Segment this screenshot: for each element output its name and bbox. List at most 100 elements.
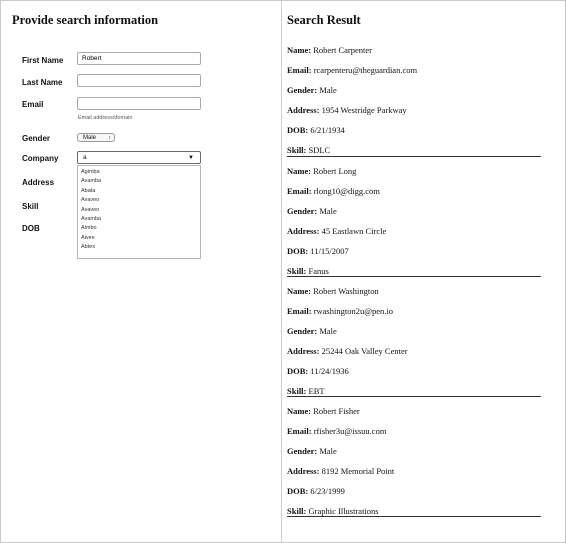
- panel-divider: [281, 0, 282, 543]
- name-value: Robert Fisher: [313, 406, 360, 416]
- dropdown-option[interactable]: Abata: [78, 187, 200, 196]
- skill-value: SDLC: [308, 145, 331, 155]
- address-label: Address: [22, 178, 55, 187]
- skill-label: Skill:: [287, 386, 307, 396]
- skill-value: Graphic Illustrations: [308, 506, 379, 516]
- email-value: rfisher3u@issuu.com: [313, 426, 387, 436]
- address-label: Address:: [287, 105, 320, 115]
- dob-label: DOB:: [287, 486, 309, 496]
- first-name-input[interactable]: [77, 52, 201, 65]
- email-label: Email:: [287, 426, 312, 436]
- result-separator: [287, 396, 541, 397]
- company-combobox[interactable]: a ▼: [77, 151, 201, 164]
- dropdown-option[interactable]: Avamba: [78, 215, 200, 224]
- result-address: Address: 25244 Oak Valley Center: [287, 346, 541, 366]
- search-result-title: Search Result: [287, 13, 361, 27]
- gender-value: Male: [319, 326, 337, 336]
- address-value: 45 Eastlawn Circle: [321, 226, 387, 236]
- dob-value: 11/15/2007: [310, 246, 349, 256]
- name-label: Name:: [287, 166, 312, 176]
- name-value: Robert Washington: [313, 286, 379, 296]
- result-name: Name: Robert Washington: [287, 286, 541, 306]
- gender-label: Gender:: [287, 326, 318, 336]
- gender-select[interactable]: Male ↕: [77, 133, 115, 142]
- result-name: Name: Robert Carpenter: [287, 45, 541, 65]
- dropdown-option[interactable]: Avamba: [78, 177, 200, 186]
- dropdown-option[interactable]: Avaveo: [78, 206, 200, 215]
- name-label: Name:: [287, 286, 312, 296]
- name-label: Name:: [287, 406, 312, 416]
- dob-label: DOB: [22, 224, 40, 233]
- dob-value: 11/24/1936: [310, 366, 349, 376]
- gender-value: Male: [319, 206, 337, 216]
- skill-label: Skill:: [287, 506, 307, 516]
- dropdown-option[interactable]: Abtex: [78, 243, 200, 252]
- result-name: Name: Robert Fisher: [287, 406, 541, 426]
- dob-value: 6/21/1934: [310, 125, 345, 135]
- dropdown-option[interactable]: Aivee: [78, 234, 200, 243]
- result-separator: [287, 156, 541, 157]
- search-form-title: Provide search information: [12, 13, 159, 27]
- name-value: Robert Long: [313, 166, 357, 176]
- last-name-label: Last Name: [22, 78, 63, 87]
- result-dob: DOB: 6/23/1999: [287, 486, 541, 506]
- result-card: Name: Robert Fisher Email: rfisher3u@iss…: [287, 406, 541, 526]
- email-value: rlong10@digg.com: [313, 186, 380, 196]
- gender-label: Gender:: [287, 446, 318, 456]
- result-email: Email: rwashington2u@pen.io: [287, 306, 541, 326]
- dob-label: DOB:: [287, 366, 309, 376]
- result-email: Email: rcarpenteru@theguardian.com: [287, 65, 541, 85]
- result-email: Email: rfisher3u@issuu.com: [287, 426, 541, 446]
- dob-label: DOB:: [287, 125, 309, 135]
- gender-label: Gender:: [287, 85, 318, 95]
- result-address: Address: 1954 Westridge Parkway: [287, 105, 541, 125]
- result-separator: [287, 516, 541, 517]
- email-label: Email:: [287, 65, 312, 75]
- result-card: Name: Robert Long Email: rlong10@digg.co…: [287, 166, 541, 286]
- email-label: Email:: [287, 186, 312, 196]
- result-gender: Gender: Male: [287, 206, 541, 226]
- result-gender: Gender: Male: [287, 85, 541, 105]
- email-input[interactable]: [77, 97, 201, 110]
- result-skill: Skill: SDLC: [287, 145, 541, 165]
- result-gender: Gender: Male: [287, 446, 541, 466]
- name-value: Robert Carpenter: [313, 45, 372, 55]
- address-label: Address:: [287, 466, 320, 476]
- address-label: Address:: [287, 226, 320, 236]
- skill-label: Skill:: [287, 145, 307, 155]
- gender-value: Male: [319, 85, 337, 95]
- chevron-down-icon: ▼: [188, 155, 194, 161]
- address-label: Address:: [287, 346, 320, 356]
- company-input-value: a: [83, 154, 87, 161]
- dropdown-option[interactable]: Agimba: [78, 168, 200, 177]
- gender-label: Gender:: [287, 206, 318, 216]
- skill-value: EBT: [308, 386, 325, 396]
- name-label: Name:: [287, 45, 312, 55]
- result-name: Name: Robert Long: [287, 166, 541, 186]
- result-address: Address: 8192 Memorial Point: [287, 466, 541, 486]
- gender-label: Gender: [22, 134, 51, 143]
- address-value: 25244 Oak Valley Center: [321, 346, 408, 356]
- last-name-input[interactable]: [77, 74, 201, 87]
- address-value: 8192 Memorial Point: [321, 466, 395, 476]
- email-value: rwashington2u@pen.io: [313, 306, 394, 316]
- dob-label: DOB:: [287, 246, 309, 256]
- email-label: Email: [22, 100, 44, 109]
- company-label: Company: [22, 154, 59, 163]
- dob-value: 6/23/1999: [310, 486, 345, 496]
- result-separator: [287, 276, 541, 277]
- dropdown-option[interactable]: Avaveo: [78, 196, 200, 205]
- result-dob: DOB: 11/24/1936: [287, 366, 541, 386]
- email-label: Email:: [287, 306, 312, 316]
- skill-value: Fanus: [308, 266, 329, 276]
- result-gender: Gender: Male: [287, 326, 541, 346]
- dropdown-option[interactable]: Aimbo: [78, 224, 200, 233]
- result-card: Name: Robert Washington Email: rwashingt…: [287, 286, 541, 406]
- updown-arrows-icon: ↕: [108, 135, 112, 141]
- result-dob: DOB: 6/21/1934: [287, 125, 541, 145]
- skill-label: Skill: [22, 202, 39, 211]
- email-value: rcarpenteru@theguardian.com: [313, 65, 418, 75]
- gender-value: Male: [319, 446, 337, 456]
- result-email: Email: rlong10@digg.com: [287, 186, 541, 206]
- address-value: 1954 Westridge Parkway: [321, 105, 407, 115]
